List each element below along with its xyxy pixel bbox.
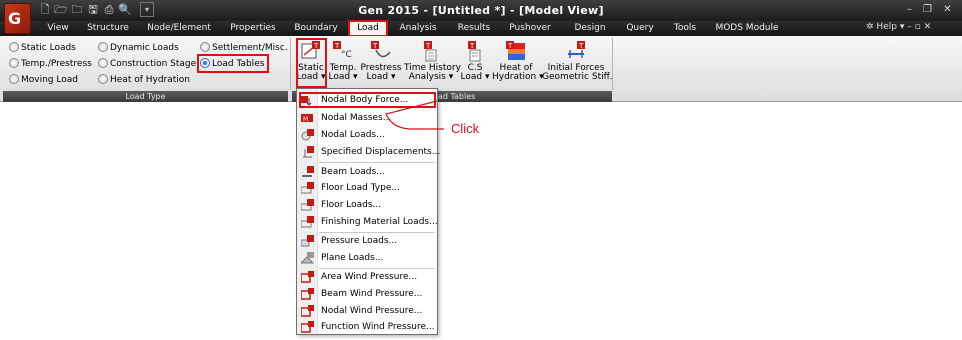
click-annotation-label: Click <box>451 121 480 136</box>
app-logo[interactable]: G <box>4 3 31 34</box>
click-callout-line <box>385 100 444 130</box>
